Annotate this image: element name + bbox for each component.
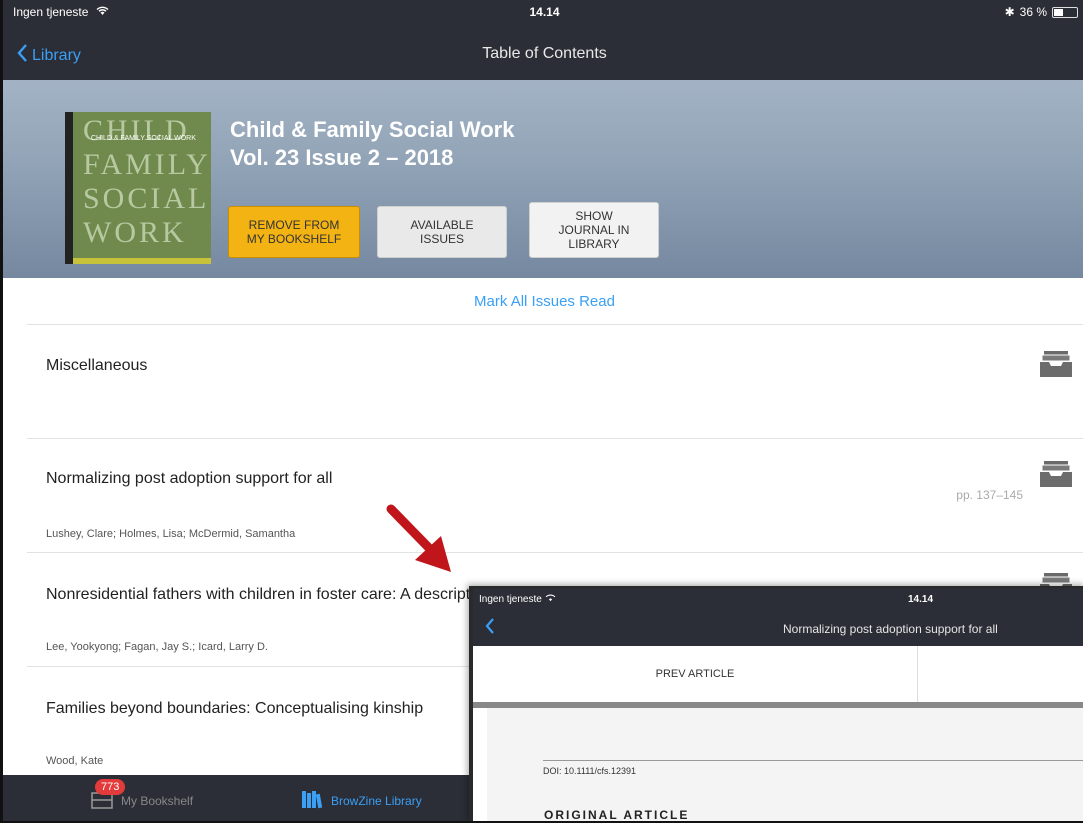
overlay-title: Normalizing post adoption support for al… xyxy=(783,622,998,636)
overlay-carrier: Ingen tjeneste xyxy=(479,594,542,605)
overlay-time: 14.14 xyxy=(908,594,934,605)
overlay-back-button[interactable] xyxy=(485,618,495,639)
original-article-label: ORIGINAL ARTICLE xyxy=(544,808,690,822)
prev-article-button[interactable]: PREV ARTICLE xyxy=(473,646,918,702)
table-of-contents-screen: Ingen tjeneste 14.14 ✱ 36 % Library Tabl… xyxy=(0,0,1083,823)
overlay-top-bar: Ingen tjeneste 14.14 Normalizing post ad… xyxy=(473,588,1083,646)
wifi-icon xyxy=(545,594,556,605)
article-view-overlay: Ingen tjeneste 14.14 Normalizing post ad… xyxy=(469,586,1083,821)
article-doi: DOI: 10.1111/cfs.12391 xyxy=(543,766,637,776)
pdf-rule xyxy=(543,760,1083,761)
overlay-status: Ingen tjeneste xyxy=(479,594,556,605)
chevron-left-icon xyxy=(485,618,495,638)
